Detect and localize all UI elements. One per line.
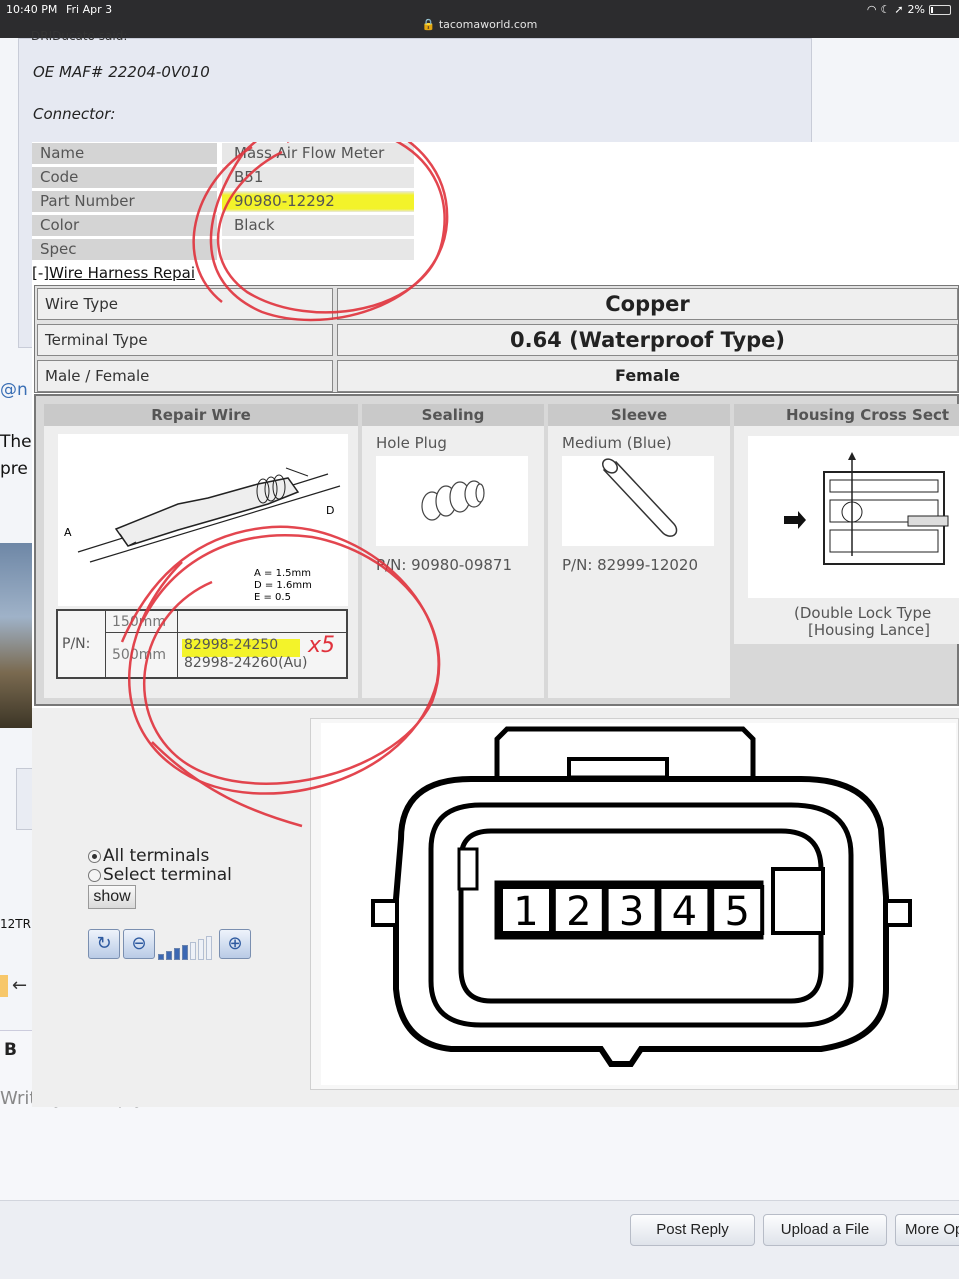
status-bar: 10:40 PM Fri Apr 3 🔒 tacomaworld.com ◠ ☾… xyxy=(0,0,959,38)
radio-all-terminals[interactable]: All terminals xyxy=(88,846,209,866)
username-clip[interactable]: 12TR xyxy=(0,917,31,931)
upload-file-button[interactable]: Upload a File xyxy=(763,1214,887,1246)
user-mention[interactable]: @n xyxy=(0,380,28,400)
zoom-level-bar xyxy=(190,942,196,960)
moon-icon: ☾ xyxy=(880,3,891,16)
status-time: 10:40 PM xyxy=(6,3,58,16)
pin-number: 5 xyxy=(724,889,749,935)
battery-percent: 2% xyxy=(907,3,925,16)
bold-button[interactable]: B xyxy=(4,1040,17,1060)
lock-icon: 🔒 xyxy=(421,18,436,31)
red-circle-upper-1 xyxy=(209,142,449,322)
zoom-level-bar xyxy=(182,945,188,960)
connector-label: Connector: xyxy=(33,105,116,123)
pin-number: 2 xyxy=(566,889,591,935)
pin-number: 1 xyxy=(513,889,538,935)
zoom-in-icon[interactable]: ⊕ xyxy=(219,929,251,959)
zoom-level-bar xyxy=(174,948,180,960)
red-circle-upper-3 xyxy=(192,145,253,303)
address-bar[interactable]: 🔒 tacomaworld.com xyxy=(0,18,959,31)
status-indicators: ◠ ☾ ➚ 2% xyxy=(867,3,951,16)
red-circle-upper-2 xyxy=(217,142,446,314)
wifi-icon: ◠ xyxy=(866,3,877,16)
pin-number: 3 xyxy=(619,889,644,935)
radio-select-terminal[interactable]: Select terminal xyxy=(88,865,232,885)
location-icon: ➚ xyxy=(894,3,904,16)
pin-number: 4 xyxy=(672,889,697,935)
annotation-circles xyxy=(120,142,449,828)
zoom-out-icon[interactable]: ⊖ xyxy=(123,929,155,959)
post-text-line-1: The xyxy=(0,432,32,452)
address-url: tacomaworld.com xyxy=(438,18,538,31)
quote-author[interactable]: DRIDucato said: xyxy=(31,29,127,43)
zoom-level-bar xyxy=(198,939,204,960)
more-options-button[interactable]: More Op xyxy=(895,1214,959,1246)
status-date: Fri Apr 3 xyxy=(66,3,113,16)
pasted-connector-screenshot: Name Mass Air Flow Meter Code B51 Part N… xyxy=(32,142,959,1107)
tag-marker xyxy=(0,975,8,997)
post-reply-button[interactable]: Post Reply xyxy=(630,1214,755,1246)
radio-unselected-icon[interactable] xyxy=(88,868,101,882)
post-image[interactable] xyxy=(0,543,33,728)
radio-select-label: Select terminal xyxy=(103,865,232,885)
battery-icon xyxy=(929,4,951,15)
red-circle-lower-1 xyxy=(120,525,440,795)
rotate-icon[interactable]: ↻ xyxy=(88,929,120,959)
oe-maf-text: OE MAF# 22204-0V010 xyxy=(33,63,210,81)
arrow-left-icon[interactable]: ← xyxy=(12,975,27,996)
zoom-level-bar xyxy=(166,951,172,960)
post-text-line-2: pre xyxy=(0,459,28,479)
ipad-screen: { "status_bar": { "time": "10:40 PM", "d… xyxy=(0,0,959,1279)
pin-group: 12345 xyxy=(499,885,765,935)
radio-all-label: All terminals xyxy=(103,846,210,866)
radio-selected-icon[interactable] xyxy=(88,849,101,863)
show-button[interactable]: show xyxy=(88,885,136,909)
zoom-level-bar xyxy=(206,936,212,960)
zoom-level-bar xyxy=(158,954,164,960)
